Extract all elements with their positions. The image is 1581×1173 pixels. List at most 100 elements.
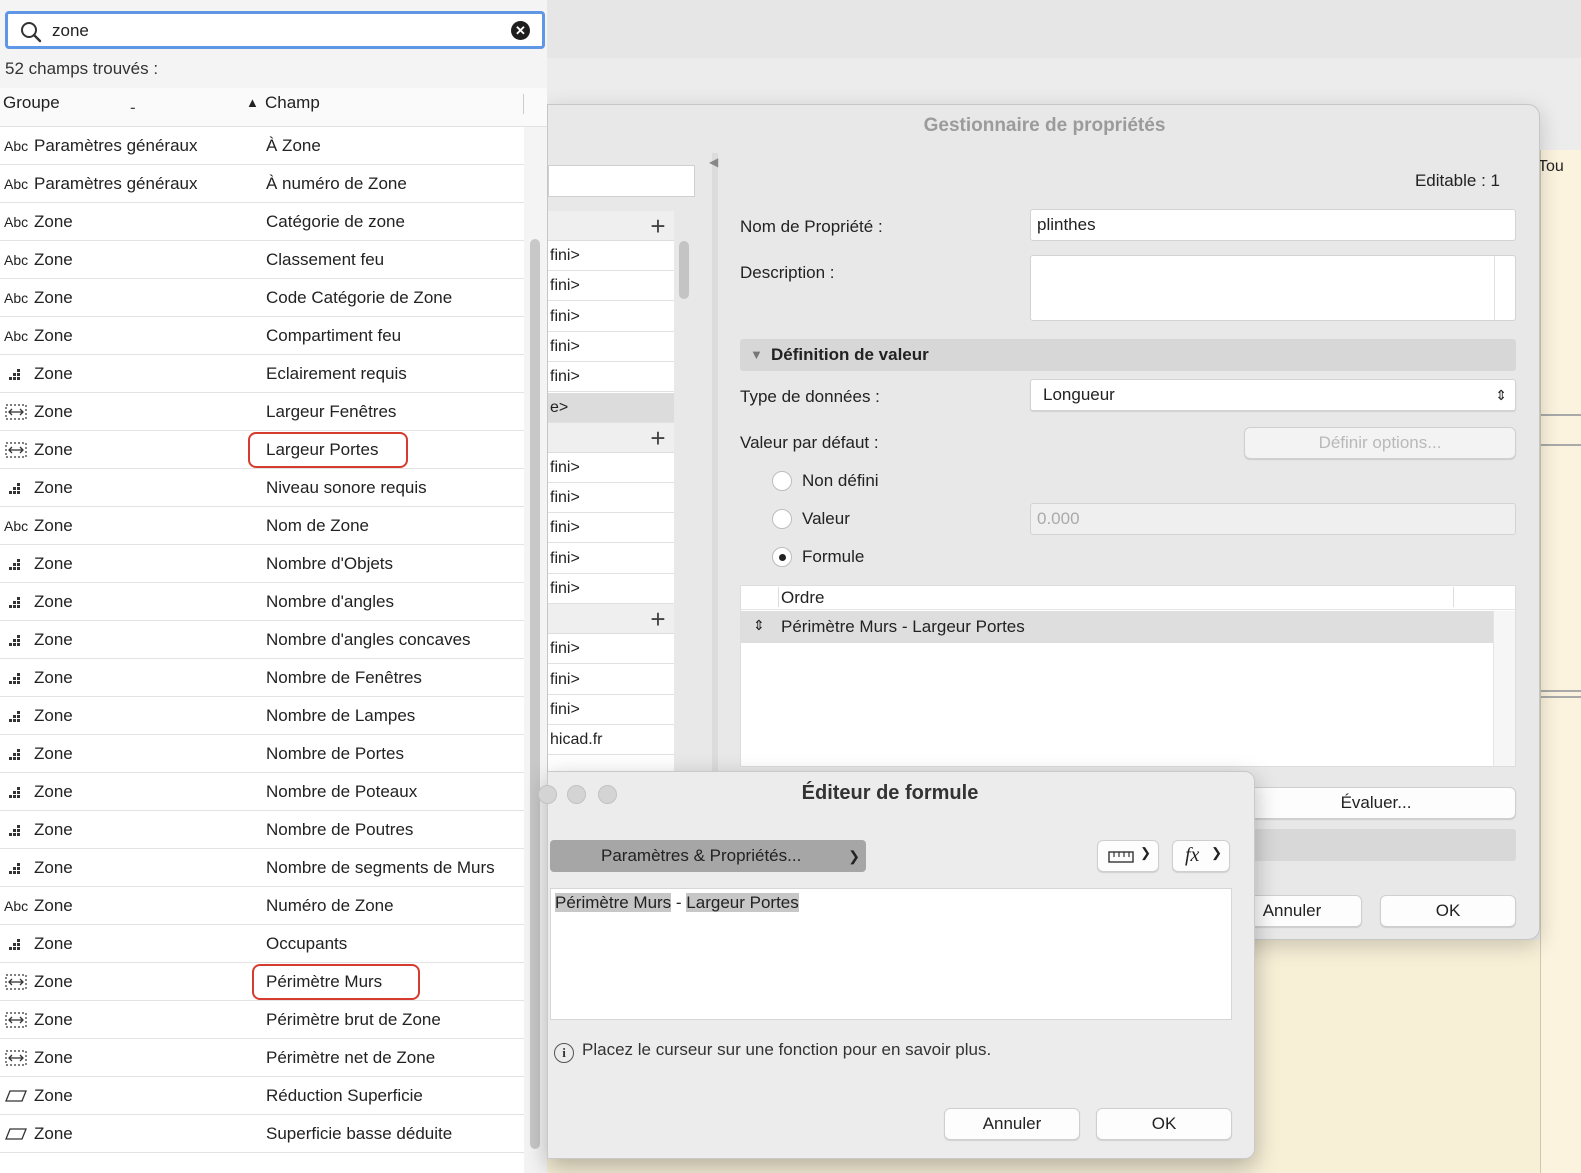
result-row[interactable]: Zone Largeur Fenêtres (0, 393, 524, 431)
formula-text-area[interactable]: Périmètre Murs - Largeur Portes (550, 888, 1232, 1020)
result-row[interactable]: Abc Zone Numéro de Zone (0, 887, 524, 925)
property-list-item[interactable]: fini> (548, 574, 674, 604)
formula-ok-button[interactable]: OK (1096, 1108, 1232, 1140)
default-value-field[interactable]: 0.000 (1030, 503, 1516, 535)
collapse-arrow-icon[interactable]: ◀ (709, 155, 718, 169)
result-row[interactable]: Abc Paramètres généraux À numéro de Zone (0, 165, 524, 203)
property-search-field[interactable] (548, 165, 695, 197)
reorder-handle-icon[interactable]: ⇕ (753, 617, 765, 634)
evaluate-button[interactable]: Évaluer... (1236, 787, 1516, 819)
result-row[interactable]: Zone Nombre de Poteaux (0, 773, 524, 811)
result-row[interactable]: Zone Périmètre net de Zone (0, 1039, 524, 1077)
result-row[interactable]: Zone Niveau sonore requis (0, 469, 524, 507)
add-property-icon[interactable]: + (644, 211, 672, 241)
drawing-line (1541, 414, 1581, 416)
radio-formula[interactable] (772, 547, 792, 567)
formula-token[interactable]: Largeur Portes (686, 893, 799, 912)
sort-ascending-icon[interactable]: ▲ (246, 95, 259, 110)
result-row[interactable]: Zone Nombre de Lampes (0, 697, 524, 735)
order-table-scrollbar[interactable] (1493, 611, 1515, 766)
value-definition-section[interactable]: ▼ Définition de valeur (740, 339, 1516, 371)
disclosure-triangle-icon[interactable]: ▼ (750, 339, 763, 371)
property-group-header[interactable]: + (548, 604, 674, 635)
add-property-icon[interactable]: + (644, 604, 672, 634)
scrollbar-thumb[interactable] (530, 239, 540, 1149)
result-row[interactable]: Zone Nombre de Poutres (0, 811, 524, 849)
property-list-item[interactable]: fini> (548, 332, 674, 362)
result-field: Périmètre Murs (252, 964, 420, 1000)
order-row[interactable]: ⇕ Périmètre Murs - Largeur Portes (741, 611, 1493, 643)
search-box[interactable]: ✕ (5, 11, 545, 49)
property-list-item[interactable]: e> (548, 392, 674, 423)
result-row[interactable]: Zone Largeur Portes (0, 431, 524, 469)
info-icon: i (554, 1043, 574, 1063)
column-field[interactable]: Champ (265, 93, 320, 113)
result-group: Zone (34, 326, 73, 345)
property-list-item[interactable]: fini> (548, 695, 674, 725)
property-list-item[interactable]: fini> (548, 544, 674, 574)
add-property-icon[interactable]: + (644, 423, 672, 453)
pm-ok-button[interactable]: OK (1380, 895, 1516, 927)
order-table: Ordre ⇕ Périmètre Murs - Largeur Portes (740, 585, 1516, 767)
result-field: Nombre de Portes (266, 744, 404, 763)
result-field: Classement feu (266, 250, 385, 269)
property-group-header[interactable]: + (548, 422, 674, 453)
property-list-item[interactable]: fini> (548, 665, 674, 695)
scrollbar-thumb[interactable] (679, 241, 689, 299)
text-type-icon: Abc (4, 290, 29, 306)
property-list-item[interactable]: fini> (548, 634, 674, 665)
property-list-item[interactable]: fini> (548, 362, 674, 393)
result-row[interactable]: Abc Paramètres généraux À Zone (0, 127, 524, 165)
search-input[interactable] (52, 19, 482, 43)
property-group-header[interactable]: + (548, 211, 674, 241)
formula-cancel-button[interactable]: Annuler (944, 1108, 1080, 1140)
result-row[interactable]: Zone Nombre de Fenêtres (0, 659, 524, 697)
formula-token[interactable]: Périmètre Murs (555, 893, 672, 912)
result-field: Nombre de Poteaux (266, 782, 418, 801)
functions-button[interactable]: fx ❯ (1172, 840, 1230, 872)
property-list-item[interactable]: fini> (548, 513, 674, 544)
result-row[interactable]: Abc Zone Code Catégorie de Zone (0, 279, 524, 317)
result-group: Zone (34, 1010, 73, 1029)
property-list[interactable]: + fini> fini> fini> fini> fini> e> + fini> fini> f… (548, 211, 674, 771)
data-type-select[interactable]: Longueur ⇕ (1030, 379, 1516, 411)
description-field[interactable] (1030, 255, 1516, 321)
result-row[interactable]: Abc Zone Catégorie de zone (0, 203, 524, 241)
formula-hint-text: Placez le curseur sur une fonction pour … (582, 1040, 992, 1059)
property-list-item[interactable]: fini> (548, 271, 674, 302)
result-row[interactable]: Zone Superficie basse déduite (0, 1115, 524, 1153)
result-row[interactable]: Zone Nombre de Portes (0, 735, 524, 773)
result-row[interactable]: Zone Nombre de segments de Murs (0, 849, 524, 887)
result-row[interactable]: Abc Zone Nom de Zone (0, 507, 524, 545)
column-group[interactable]: Groupe (3, 93, 60, 113)
result-group: Zone (34, 440, 73, 459)
clear-search-icon[interactable]: ✕ (511, 21, 530, 40)
result-row[interactable]: Zone Nombre d'angles concaves (0, 621, 524, 659)
property-list-item[interactable]: fini> (548, 453, 674, 483)
units-button[interactable]: ❯ (1097, 840, 1159, 872)
property-name-field[interactable]: plinthes (1030, 209, 1516, 241)
result-row[interactable]: Zone Périmètre Murs (0, 963, 524, 1001)
result-row[interactable]: Zone Nombre d'Objets (0, 545, 524, 583)
length-type-icon (4, 1049, 30, 1067)
property-list-scrollbar[interactable] (678, 237, 690, 773)
property-list-item[interactable]: fini> (548, 241, 674, 271)
radio-value[interactable] (772, 509, 792, 529)
formula-editor-title: Éditeur de formule (801, 782, 979, 804)
property-list-item[interactable]: fini> (548, 483, 674, 514)
results-scrollbar[interactable] (526, 127, 546, 1173)
panel-splitter[interactable] (712, 153, 718, 773)
property-list-item[interactable]: hicad.fr (548, 725, 674, 756)
result-row[interactable]: Abc Zone Classement feu (0, 241, 524, 279)
formula-hint: i Placez le curseur sur une fonction pour… (554, 1040, 991, 1063)
result-row[interactable]: Zone Réduction Superficie (0, 1077, 524, 1115)
result-row[interactable]: Zone Eclairement requis (0, 355, 524, 393)
result-row[interactable]: Zone Nombre d'angles (0, 583, 524, 621)
radio-undefined[interactable] (772, 471, 792, 491)
property-list-item[interactable]: fini> (548, 302, 674, 332)
result-row[interactable]: Zone Périmètre brut de Zone (0, 1001, 524, 1039)
result-row[interactable]: Abc Zone Compartiment feu (0, 317, 524, 355)
parameters-properties-button[interactable]: Paramètres & Propriétés... ❯ (550, 840, 866, 872)
define-options-button[interactable]: Définir options... (1244, 427, 1516, 459)
result-row[interactable]: Zone Occupants (0, 925, 524, 963)
